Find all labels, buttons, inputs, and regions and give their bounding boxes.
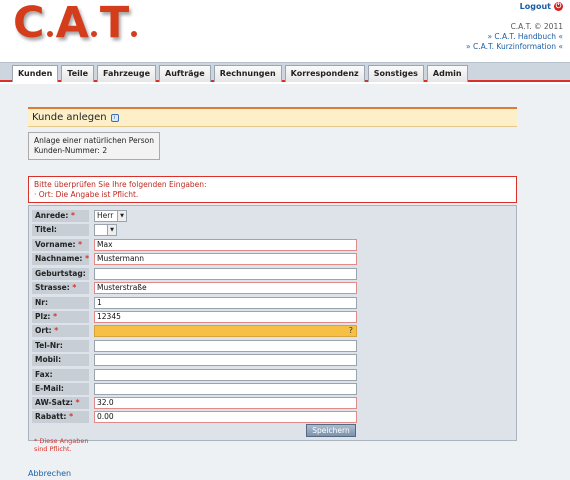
row-titel: Titel: ▼ bbox=[32, 223, 362, 236]
row-telnr: Tel-Nr: bbox=[32, 339, 362, 352]
chevron-down-icon[interactable]: ▼ bbox=[107, 224, 116, 235]
mobil-label: Mobil: bbox=[32, 353, 89, 366]
nachname-input[interactable]: Mustermann bbox=[94, 252, 357, 265]
vorname-label: Vorname: * bbox=[32, 238, 89, 251]
rabatt-input[interactable]: 0.00 bbox=[94, 410, 357, 423]
strasse-input[interactable]: Musterstraße bbox=[94, 281, 357, 294]
rabatt-label: Rabatt: * bbox=[32, 410, 89, 423]
customer-form: Anrede: * Herr ▼ Titel: ▼ Vorname: * Max … bbox=[28, 205, 517, 453]
plz-input[interactable]: 12345 bbox=[94, 310, 357, 323]
copyright: C.A.T. © 2011 bbox=[510, 22, 563, 31]
main-nav: Kunden Teile Fahrzeuge Aufträge Rechnung… bbox=[0, 62, 570, 82]
error-item: · Ort: Die Angabe ist Pflicht. bbox=[34, 189, 139, 199]
awsatz-label: AW-Satz: * bbox=[32, 396, 89, 409]
person-info-box: Anlage einer natürlichen Person Kunden-N… bbox=[28, 132, 160, 160]
tab-rechnungen[interactable]: Rechnungen bbox=[213, 65, 282, 82]
row-email: E-Mail: bbox=[32, 382, 362, 395]
row-strasse: Strasse: * Musterstraße bbox=[32, 281, 362, 294]
telnr-label: Tel-Nr: bbox=[32, 339, 89, 352]
handbuch-link[interactable]: » C.A.T. Handbuch « bbox=[466, 32, 563, 42]
anrede-select[interactable]: Herr ▼ bbox=[94, 209, 127, 222]
row-anrede: Anrede: * Herr ▼ bbox=[32, 209, 362, 222]
plz-label: Plz: * bbox=[32, 310, 89, 323]
row-plz: Plz: * 12345 bbox=[32, 310, 362, 323]
nr-input[interactable]: 1 bbox=[94, 296, 357, 309]
info-icon[interactable]: i bbox=[110, 113, 119, 122]
tab-fahrzeuge[interactable]: Fahrzeuge bbox=[97, 65, 156, 82]
titel-select[interactable]: ▼ bbox=[94, 223, 117, 236]
logout-link[interactable]: Logout ⏻ bbox=[520, 2, 563, 11]
tab-teile[interactable]: Teile bbox=[61, 65, 95, 82]
validation-error-box: Bitte überprüfen Sie Ihre folgenden Eing… bbox=[28, 176, 517, 203]
kurzinformation-link[interactable]: » C.A.T. Kurzinformation « bbox=[466, 42, 563, 52]
geburtstag-input[interactable] bbox=[94, 267, 357, 280]
tab-kunden[interactable]: Kunden bbox=[12, 65, 59, 82]
row-awsatz: AW-Satz: * 32.0 bbox=[32, 396, 362, 409]
power-icon[interactable]: ⏻ bbox=[554, 2, 563, 11]
cat-logo: CAT bbox=[13, 0, 140, 48]
nr-label: Nr: bbox=[32, 296, 89, 309]
tab-sonstiges[interactable]: Sonstiges bbox=[367, 65, 424, 82]
main-content: Kunde anlegen i Anlage einer natürlichen… bbox=[0, 84, 570, 480]
cancel-link[interactable]: Abbrechen bbox=[28, 469, 71, 478]
row-nr: Nr: 1 bbox=[32, 296, 362, 309]
vorname-input[interactable]: Max bbox=[94, 238, 357, 251]
fax-label: Fax: bbox=[32, 368, 89, 381]
tab-korrespondenz[interactable]: Korrespondenz bbox=[284, 65, 365, 82]
mobil-input[interactable] bbox=[94, 353, 357, 366]
page-title-bar: Kunde anlegen i bbox=[28, 107, 517, 127]
nachname-label: Nachname: * bbox=[32, 252, 89, 265]
row-ort: Ort: * ? bbox=[32, 324, 362, 337]
row-vorname: Vorname: * Max bbox=[32, 238, 362, 251]
customer-number: Kunden-Nummer: 2 bbox=[34, 146, 108, 155]
fax-input[interactable] bbox=[94, 368, 357, 381]
header-meta: C.A.T. © 2011 » C.A.T. Handbuch « » C.A.… bbox=[466, 22, 563, 52]
required-hint: * Diese Angaben sind Pflicht. bbox=[34, 437, 89, 453]
geburtstag-label: Geburtstag: bbox=[32, 267, 89, 280]
titel-label: Titel: bbox=[32, 223, 89, 236]
logout-label[interactable]: Logout bbox=[520, 2, 551, 11]
telnr-input[interactable] bbox=[94, 339, 357, 352]
awsatz-input[interactable]: 32.0 bbox=[94, 396, 357, 409]
anrede-label: Anrede: * bbox=[32, 209, 89, 222]
row-fax: Fax: bbox=[32, 368, 362, 381]
row-geburtstag: Geburtstag: bbox=[32, 267, 362, 280]
email-input[interactable] bbox=[94, 382, 357, 395]
email-label: E-Mail: bbox=[32, 382, 89, 395]
ort-input[interactable]: ? bbox=[94, 324, 357, 337]
page-title: Kunde anlegen bbox=[32, 112, 107, 123]
row-nachname: Nachname: * Mustermann bbox=[32, 252, 362, 265]
help-icon[interactable]: ? bbox=[349, 326, 353, 336]
strasse-label: Strasse: * bbox=[32, 281, 89, 294]
header: CAT Logout ⏻ C.A.T. © 2011 » C.A.T. Hand… bbox=[0, 0, 570, 62]
chevron-down-icon[interactable]: ▼ bbox=[117, 210, 126, 221]
person-type: Anlage einer natürlichen Person bbox=[34, 136, 154, 145]
row-rabatt: Rabatt: * 0.00 bbox=[32, 410, 362, 423]
error-title: Bitte überprüfen Sie Ihre folgenden Eing… bbox=[34, 180, 207, 189]
row-mobil: Mobil: bbox=[32, 353, 362, 366]
tab-auftraege[interactable]: Aufträge bbox=[159, 65, 211, 82]
ort-label: Ort: * bbox=[32, 324, 89, 337]
tab-admin[interactable]: Admin bbox=[426, 65, 468, 82]
save-button[interactable]: Speichern bbox=[306, 424, 356, 437]
